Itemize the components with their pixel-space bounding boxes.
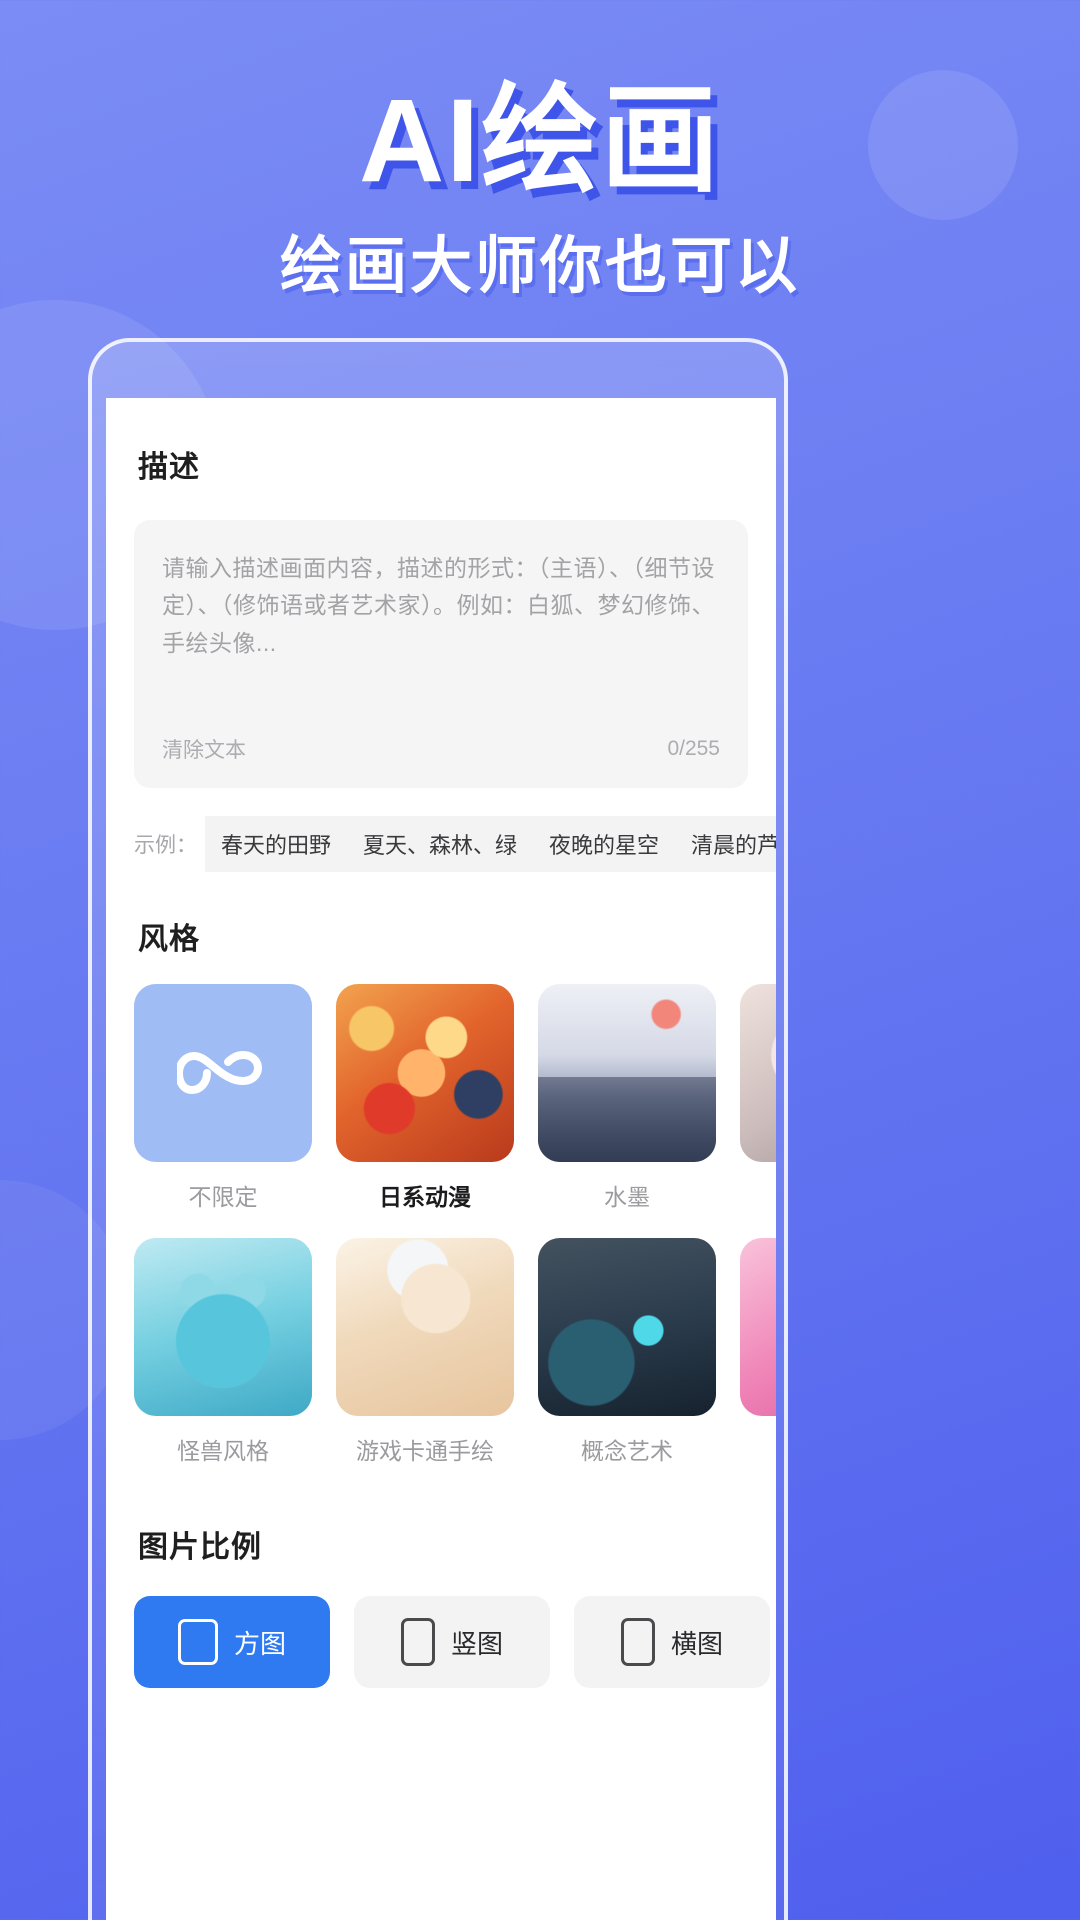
ratio-label: 竖图	[450, 1628, 503, 1659]
clear-text-button[interactable]: 清除文本	[162, 734, 246, 764]
style-thumbnail	[538, 984, 716, 1162]
ratio-options: 方图 竖图 横图	[106, 1596, 776, 1688]
hero-banner: AI绘画 绘画大师你也可以	[0, 75, 1080, 303]
description-footer: 清除文本 0/255	[162, 734, 720, 764]
description-section: 描述 请输入描述画面内容，描述的形式：（主语）、（细节设定）、（修饰语或者艺术家…	[106, 398, 776, 788]
square-frame-icon	[177, 1619, 218, 1665]
style-card[interactable]: 水墨	[538, 984, 716, 1212]
style-label: 游戏卡通手绘	[356, 1438, 494, 1464]
landscape-frame-icon	[620, 1618, 655, 1666]
style-card[interactable]: 不限定	[134, 984, 312, 1212]
ratio-option-portrait[interactable]: 竖图	[354, 1596, 550, 1688]
style-heading: 风格	[138, 923, 200, 956]
character-counter: 0/255	[667, 737, 720, 760]
app-screen: 描述 请输入描述画面内容，描述的形式：（主语）、（细节设定）、（修饰语或者艺术家…	[106, 398, 776, 1920]
description-input-box[interactable]: 请输入描述画面内容，描述的形式：（主语）、（细节设定）、（修饰语或者艺术家）。例…	[134, 520, 748, 788]
portrait-frame-icon	[400, 1618, 435, 1666]
page-subtitle: 绘画大师你也可以	[279, 232, 800, 302]
style-label: 不限定	[188, 1184, 258, 1210]
style-section: 风格 不限定 日系动漫 水墨 怪兽风格 游戏卡通手绘 概念艺术	[106, 914, 776, 1466]
style-thumbnail	[336, 1238, 514, 1416]
style-row-1: 不限定 日系动漫 水墨	[106, 984, 776, 1212]
style-card[interactable]: 日系动漫	[336, 984, 514, 1212]
style-label: 日系动漫	[379, 1184, 471, 1210]
style-thumbnail	[740, 1238, 776, 1416]
style-thumbnail	[740, 984, 776, 1162]
style-card[interactable]: 概念艺术	[538, 1238, 716, 1466]
ratio-label: 方图	[233, 1628, 286, 1659]
style-row-2: 怪兽风格 游戏卡通手绘 概念艺术	[106, 1238, 776, 1466]
phone-mockup: 描述 请输入描述画面内容，描述的形式：（主语）、（细节设定）、（修饰语或者艺术家…	[88, 338, 788, 1920]
style-thumbnail	[336, 984, 514, 1162]
example-tag[interactable]: 清晨的芦苇丛	[675, 816, 776, 872]
example-tag[interactable]: 夏天、森林、绿	[347, 816, 534, 872]
style-thumbnail	[134, 984, 312, 1162]
ratio-section: 图片比例 方图 竖图 横图	[106, 1522, 776, 1688]
example-tag[interactable]: 春天的田野	[205, 816, 348, 872]
style-card[interactable]: 游戏卡通手绘	[336, 1238, 514, 1466]
description-heading: 描述	[138, 451, 200, 484]
style-label: 概念艺术	[581, 1438, 673, 1464]
ratio-heading: 图片比例	[138, 1531, 262, 1564]
style-label: 怪兽风格	[177, 1438, 269, 1464]
page-title: AI绘画	[358, 75, 721, 207]
infinity-icon	[177, 1050, 263, 1095]
ratio-option-landscape[interactable]: 横图	[574, 1596, 770, 1688]
example-tag[interactable]: 夜晚的星空	[533, 816, 676, 872]
examples-row: 示例： 春天的田野 夏天、森林、绿 夜晚的星空 清晨的芦苇丛	[134, 816, 776, 872]
style-card[interactable]: 怪兽风格	[134, 1238, 312, 1466]
examples-label: 示例：	[134, 834, 197, 857]
style-label: 水墨	[604, 1184, 650, 1210]
style-thumbnail	[538, 1238, 716, 1416]
style-card-partial[interactable]	[740, 1238, 776, 1466]
style-card-partial[interactable]	[740, 984, 776, 1212]
ratio-option-square[interactable]: 方图	[134, 1596, 330, 1688]
ratio-label: 横图	[670, 1628, 723, 1659]
style-thumbnail	[134, 1238, 312, 1416]
description-placeholder: 请输入描述画面内容，描述的形式：（主语）、（细节设定）、（修饰语或者艺术家）。例…	[162, 555, 715, 656]
